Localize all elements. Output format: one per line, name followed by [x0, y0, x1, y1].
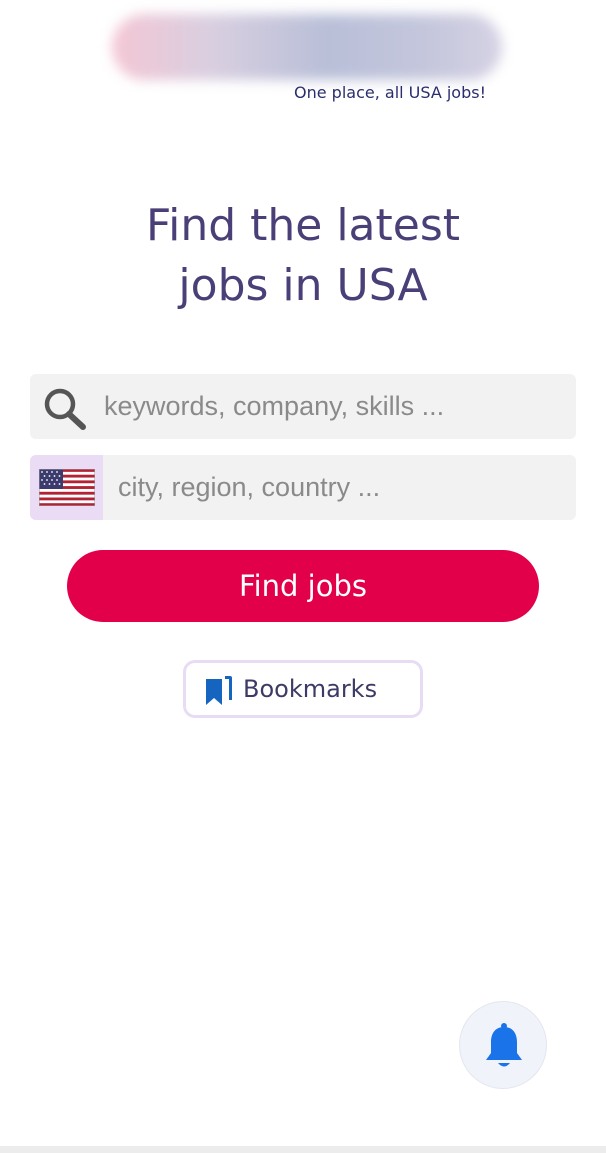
bottom-divider	[0, 1146, 606, 1153]
job-alerts-button[interactable]	[459, 1001, 547, 1089]
bookmarks-button[interactable]: Bookmarks	[183, 660, 423, 718]
search-icon	[44, 388, 86, 430]
find-jobs-button[interactable]: Find jobs	[67, 550, 539, 622]
us-flag-icon	[39, 469, 95, 506]
keywords-search-field	[30, 374, 576, 439]
location-search-field	[30, 455, 576, 520]
site-logo	[112, 14, 502, 80]
page-title-line-1: Find the latest	[145, 200, 460, 251]
page-title-line-2: jobs in USA	[178, 260, 428, 311]
bookmark-icon	[206, 676, 232, 705]
page-title: Find the latest jobs in USA	[0, 196, 606, 316]
bell-icon	[486, 1023, 522, 1067]
keywords-input[interactable]	[104, 374, 564, 439]
country-selector[interactable]	[30, 455, 103, 520]
location-input[interactable]	[118, 455, 564, 520]
tagline: One place, all USA jobs!	[294, 83, 486, 102]
bookmarks-label: Bookmarks	[243, 675, 378, 703]
